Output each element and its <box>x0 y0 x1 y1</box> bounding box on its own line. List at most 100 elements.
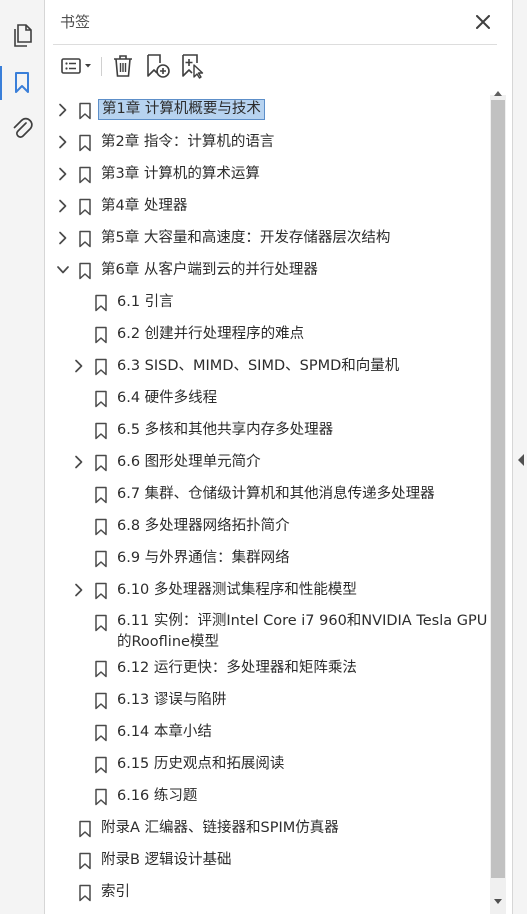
bookmark-label: 6.10 多处理器测试集程序和性能模型 <box>117 582 357 598</box>
bookmark-subitem[interactable]: 6.13 谬误与陷阱 <box>45 684 492 716</box>
expand-toggle[interactable] <box>56 198 70 214</box>
bookmark-icon <box>95 422 107 440</box>
bookmark-subitem[interactable]: 6.1 引言 <box>45 286 492 318</box>
bookmark-label: 6.4 硬件多线程 <box>117 390 218 406</box>
bookmark-icon <box>79 102 91 120</box>
bookmarks-button[interactable] <box>0 66 35 100</box>
bookmark-item[interactable]: 第5章 大容量和高速度：开发存储器层次结构 <box>45 222 492 254</box>
collapse-panel-button[interactable] <box>517 452 525 466</box>
bookmark-subitem[interactable]: 6.8 多处理器网络拓扑简介 <box>45 510 492 542</box>
scroll-up-icon <box>494 91 502 96</box>
chevron-right-icon <box>59 135 67 149</box>
bookmark-subitem[interactable]: 6.2 创建并行处理程序的难点 <box>45 318 492 350</box>
chevron-right-icon <box>75 583 83 597</box>
bookmark-icon <box>95 390 107 408</box>
chevron-right-icon <box>59 199 67 213</box>
bookmark-label: 6.13 谬误与陷阱 <box>117 692 227 708</box>
bookmark-item[interactable]: 第1章 计算机概要与技术 <box>45 94 492 126</box>
bookmark-label: 6.8 多处理器网络拓扑简介 <box>117 518 290 534</box>
new-bookmark-from-structure-icon <box>182 54 204 79</box>
panel-title: 书签 <box>60 13 91 31</box>
bookmark-icon <box>79 884 91 902</box>
expand-toggle[interactable] <box>56 230 70 246</box>
bookmarks-panel: 书签 第1章 计算机概要与技术 第2章 指令：计算机的语言 第3章 计算机的算术… <box>45 0 512 914</box>
bookmark-icon <box>79 262 91 280</box>
bookmark-item[interactable]: 附录B 逻辑设计基础 <box>45 844 492 876</box>
bookmark-label: 第6章 从客户端到云的并行处理器 <box>101 262 318 278</box>
bookmark-subitem[interactable]: 6.5 多核和其他共享内存多处理器 <box>45 414 492 446</box>
scroll-up-button[interactable] <box>491 88 505 98</box>
bookmark-label: 6.1 引言 <box>117 294 174 310</box>
expand-toggle[interactable] <box>56 166 70 182</box>
bookmark-label: 6.11 实例：评测Intel Core i7 960和NVIDIA Tesla… <box>117 613 488 650</box>
bookmark-icon <box>95 756 107 774</box>
bookmark-icon <box>95 294 107 312</box>
expand-toggle[interactable] <box>56 102 70 118</box>
delete-bookmark-icon <box>114 55 132 77</box>
bookmark-icon <box>95 614 107 632</box>
bookmarks-icon <box>15 72 29 93</box>
chevron-right-icon <box>75 455 83 469</box>
bookmark-icon <box>79 198 91 216</box>
bookmark-subitem[interactable]: 6.15 历史观点和拓展阅读 <box>45 748 492 780</box>
bookmark-label: 附录B 逻辑设计基础 <box>101 852 232 868</box>
expand-toggle[interactable] <box>72 582 86 598</box>
bookmark-icon <box>79 820 91 838</box>
bookmark-item[interactable]: 第6章 从客户端到云的并行处理器 <box>45 254 492 286</box>
bookmark-icon <box>95 550 107 568</box>
bookmark-subitem[interactable]: 6.10 多处理器测试集程序和性能模型 <box>45 574 492 606</box>
bookmark-subitem[interactable]: 6.16 练习题 <box>45 780 492 812</box>
delete-bookmark-button[interactable] <box>111 53 135 79</box>
bookmark-subitem[interactable]: 6.11 实例：评测Intel Core i7 960和NVIDIA Tesla… <box>45 606 492 652</box>
scroll-down-button[interactable] <box>491 896 505 908</box>
bookmark-item[interactable]: 索引 <box>45 876 492 908</box>
bookmark-item[interactable]: 第2章 指令：计算机的语言 <box>45 126 492 158</box>
header-divider <box>53 44 497 45</box>
bookmark-subitem[interactable]: 6.7 集群、仓储级计算机和其他消息传递多处理器 <box>45 478 492 510</box>
bookmark-icon <box>95 518 107 536</box>
bookmark-icon <box>79 134 91 152</box>
expand-toggle[interactable] <box>72 358 86 374</box>
bookmark-icon <box>95 454 107 472</box>
bookmark-subitem[interactable]: 6.3 SISD、MIMD、SIMD、SPMD和向量机 <box>45 350 492 382</box>
options-menu-button[interactable] <box>59 53 97 79</box>
bookmark-subitem[interactable]: 6.12 运行更快：多处理器和矩阵乘法 <box>45 652 492 684</box>
bookmark-label: 索引 <box>101 884 130 900</box>
bookmark-label: 第5章 大容量和高速度：开发存储器层次结构 <box>101 230 391 246</box>
bookmark-item[interactable]: 附录A 汇编器、链接器和SPIM仿真器 <box>45 812 492 844</box>
bookmark-label: 第1章 计算机概要与技术 <box>98 99 265 120</box>
bookmark-icon <box>95 486 107 504</box>
close-panel-button[interactable] <box>472 11 494 33</box>
expand-toggle[interactable] <box>56 134 70 150</box>
page-thumbnails-button[interactable] <box>9 23 35 49</box>
bookmark-tree: 第1章 计算机概要与技术第2章 指令：计算机的语言 第3章 计算机的算术运算第4章… <box>45 94 492 914</box>
scrollbar-thumb[interactable] <box>491 100 505 878</box>
bookmark-label: 第4章 处理器 <box>101 198 188 214</box>
bookmark-icon <box>95 692 107 710</box>
page-thumbnails-icon <box>14 24 32 47</box>
bookmark-label: 6.14 本章小结 <box>117 724 212 740</box>
options-menu-icon <box>61 58 91 74</box>
new-bookmark-from-structure-button[interactable] <box>180 53 206 79</box>
bookmark-subitem[interactable]: 6.9 与外界通信：集群网络 <box>45 542 492 574</box>
panel-splitter[interactable] <box>512 0 527 914</box>
collapse-toggle[interactable] <box>56 262 70 278</box>
bookmark-label: 6.5 多核和其他共享内存多处理器 <box>117 422 334 438</box>
bookmark-subitem[interactable]: 6.14 本章小结 <box>45 716 492 748</box>
bookmark-icon <box>95 358 107 376</box>
bookmark-subitem[interactable]: 6.6 图形处理单元简介 <box>45 446 492 478</box>
bookmark-icon <box>95 582 107 600</box>
bookmark-item[interactable]: 第3章 计算机的算术运算 <box>45 158 492 190</box>
new-bookmark-button[interactable] <box>145 53 171 79</box>
bookmark-label: 6.9 与外界通信：集群网络 <box>117 550 290 566</box>
bookmark-item[interactable]: 第4章 处理器 <box>45 190 492 222</box>
new-bookmark-icon <box>147 54 170 78</box>
close-icon <box>476 15 490 29</box>
expand-toggle[interactable] <box>72 454 86 470</box>
bookmark-icon <box>79 230 91 248</box>
chevron-down-icon <box>57 266 69 274</box>
attachments-button[interactable] <box>9 116 35 142</box>
bookmark-subitem[interactable]: 6.4 硬件多线程 <box>45 382 492 414</box>
attachments-icon <box>13 117 33 138</box>
bookmark-icon <box>95 660 107 678</box>
